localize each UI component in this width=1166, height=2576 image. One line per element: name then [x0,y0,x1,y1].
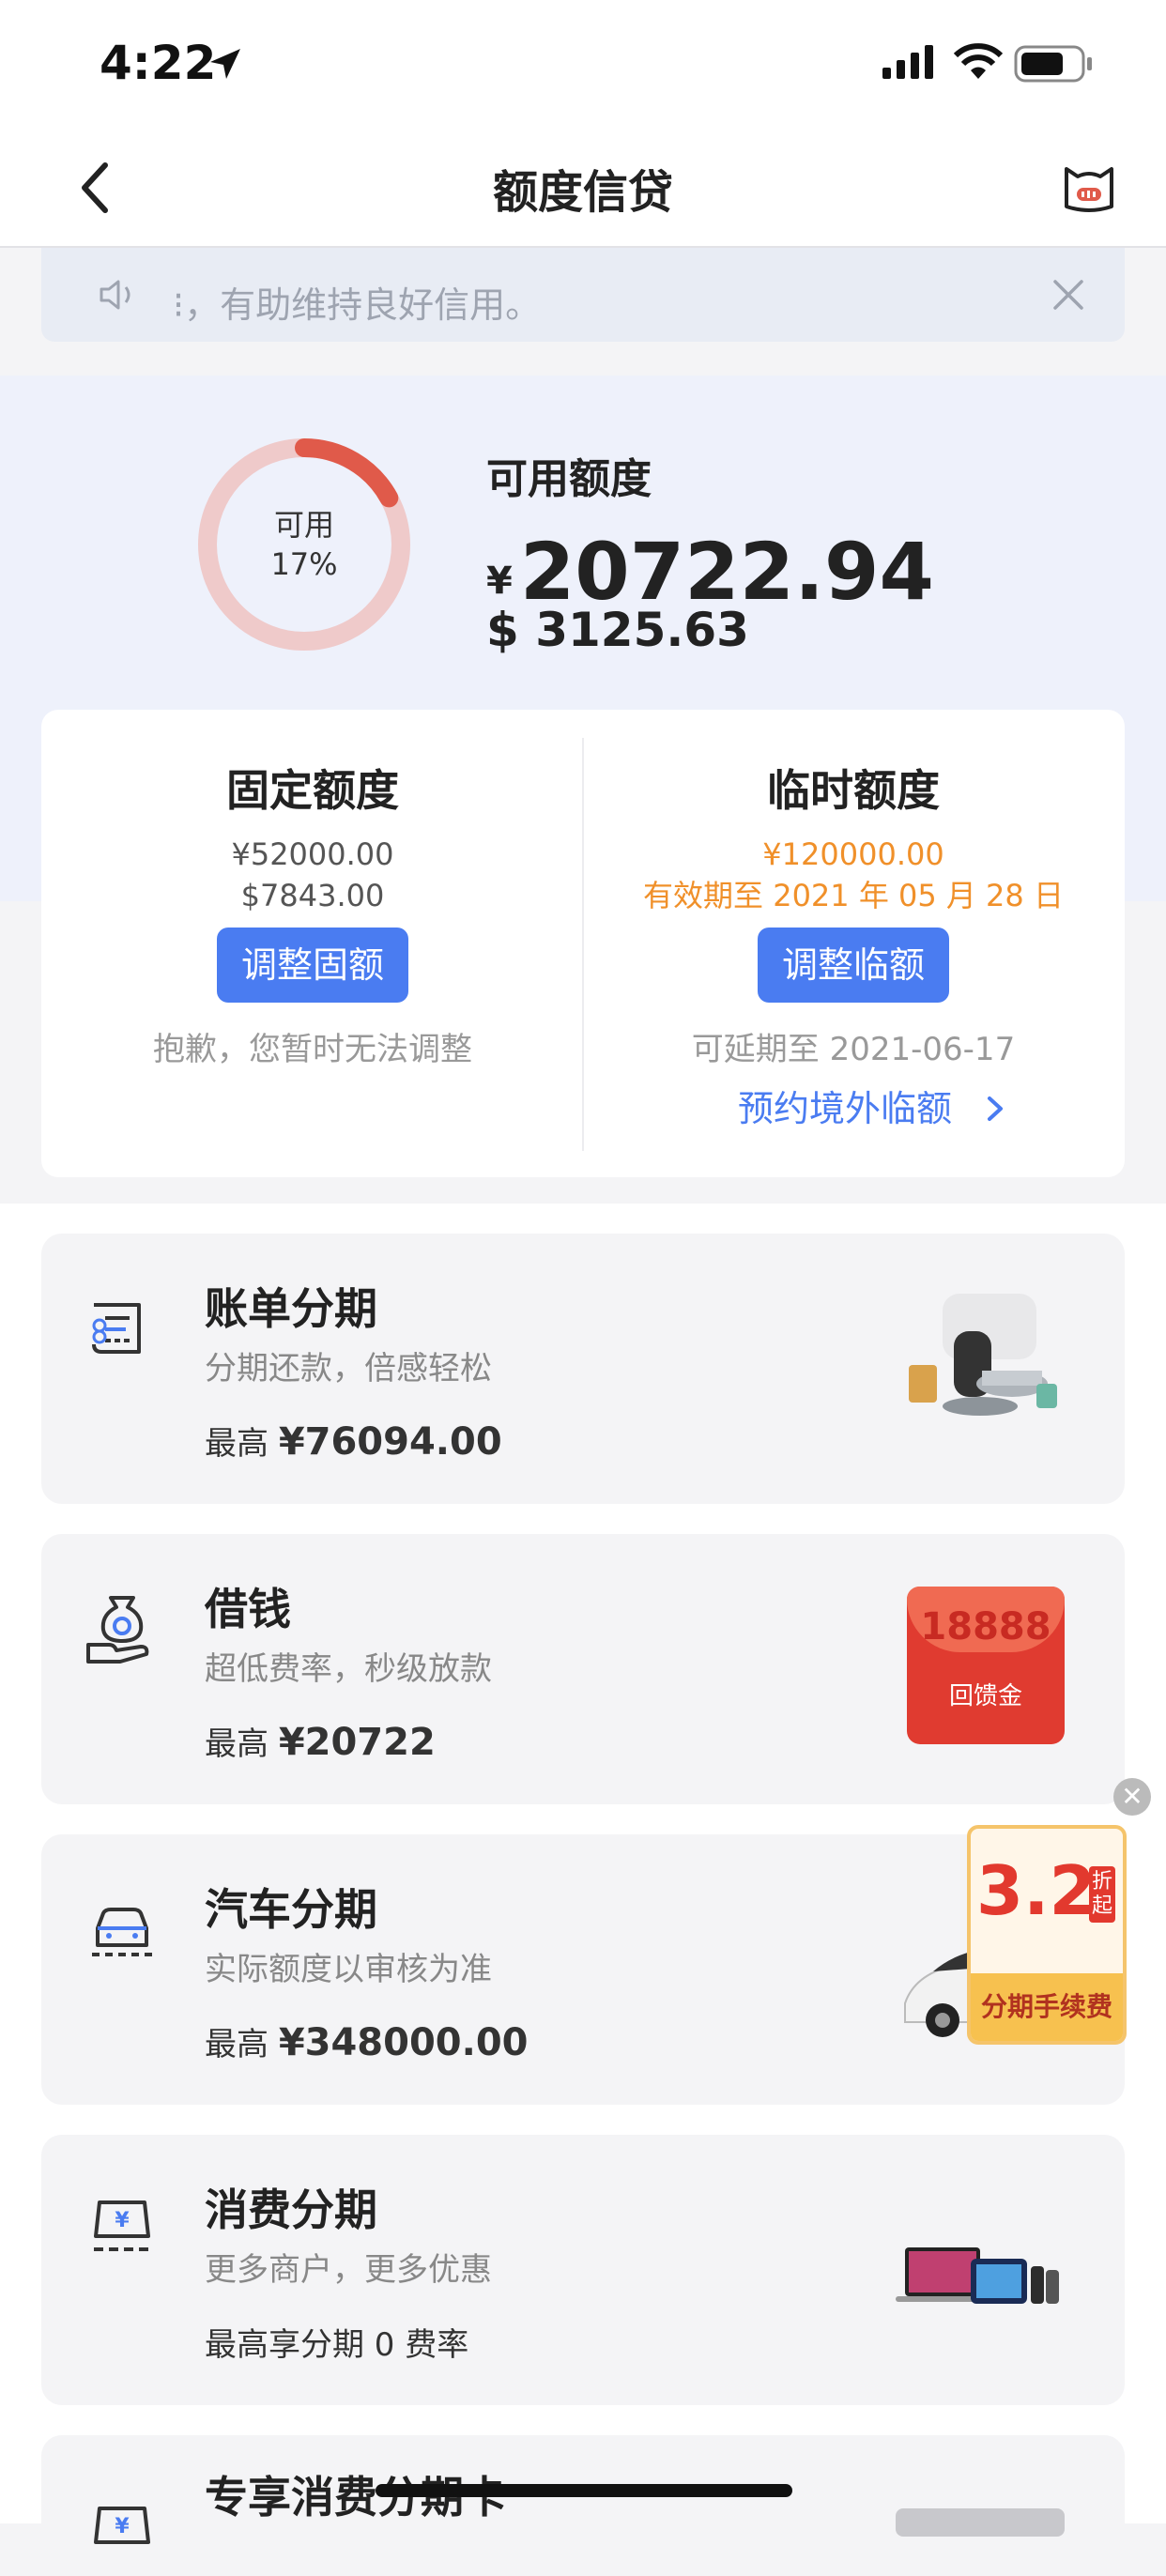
svg-text:¥: ¥ [115,2209,130,2232]
item-title: 消费分期 [205,2185,377,2235]
list-item-consumer-installment[interactable]: ¥ 消费分期 更多商户，更多优惠 最高享分期 0 费率 [41,2135,1125,2405]
book-overseas-temp-link[interactable]: 预约境外临额 [738,1080,1006,1131]
item-subtitle: 实际额度以审核为准 [205,1951,492,1988]
item-title: 借钱 [205,1584,291,1634]
item-max-prefix: 最高 [205,1425,268,1463]
item-max-amount: ¥20722 [278,1721,436,1764]
item-title: 汽车分期 [205,1884,377,1935]
card-icon: ¥ [94,2507,150,2544]
fixed-note: 抱歉，您暂时无法调整 [153,1031,472,1068]
item-subtitle: 分期还款，倍感轻松 [205,1350,492,1388]
wifi-icon [953,43,1004,79]
temp-cny: ¥120000.00 [762,836,944,872]
notice-text: ⁝，有助维持良好信用。 [173,284,542,326]
list-item-bill-installment[interactable]: 账单分期 分期还款，倍感轻松 最高 ¥76094.00 [41,1234,1125,1504]
list-item-car-installment[interactable]: 汽车分期 实际额度以审核为准 最高 ¥348000.00 [41,1834,1125,2105]
temp-validity: 有效期至 2021 年 05 月 28 日 [643,878,1064,913]
home-goods-image [909,1294,1057,1416]
fixed-usd: $7843.00 [240,878,385,913]
ring-label-text: 可用 [273,507,334,543]
svg-text:¥: ¥ [115,2515,130,2538]
ring-label: 可用 17% [195,505,413,584]
status-bar: 4:22 [0,0,1166,131]
promo-number: 3.2 [976,1851,1097,1930]
location-arrow-icon [210,49,240,79]
envelope-label: 回馈金 [948,1682,1022,1710]
item-max-prefix: 最高 [205,1725,268,1763]
promo-close-button[interactable]: ✕ [1113,1778,1151,1816]
available-label: 可用额度 [486,455,652,503]
signal-icon [882,45,933,79]
red-envelope-image: 18888 回馈金 [907,1587,1065,1744]
money-bag-hand-icon [86,1596,149,1664]
item-max-amount: ¥348000.00 [278,2021,529,2064]
temp-limit-column: 临时额度 ¥120000.00 有效期至 2021 年 05 月 28 日 调整… [582,757,1125,1069]
temp-title: 临时额度 [767,765,940,816]
fixed-title: 固定额度 [226,765,399,816]
envelope-number: 18888 [920,1605,1051,1648]
close-icon[interactable] [1051,278,1085,312]
list-item-borrow[interactable]: 借钱 超低费率，秒级放款 最高 ¥20722 18888 回馈金 [41,1534,1125,1804]
item-subtitle: 超低费率，秒级放款 [205,1650,492,1688]
customer-service-cat-icon[interactable] [1059,156,1119,216]
battery-icon [1014,45,1092,83]
item-max: 最高 ¥76094.00 [205,1418,502,1464]
electronics-image [896,2247,1059,2304]
yuan-terminal-icon: ¥ [94,2200,150,2251]
item-max-prefix: 最高 [205,2026,268,2063]
card-image-edge [896,2508,1065,2537]
book-link-label: 预约境外临额 [738,1088,953,1129]
status-time: 4:22 [100,36,217,90]
item-max: 最高 ¥348000.00 [205,2018,529,2064]
promo-badge[interactable]: 3.2 折起 分期手续费 [967,1825,1127,2045]
promo-tag: 折起 [1089,1866,1115,1923]
bill-installment-icon [92,1303,141,1354]
fixed-limit-column: 固定额度 ¥52000.00 $7843.00 调整固额 抱歉，您暂时无法调整 [41,757,584,1069]
fixed-cny: ¥52000.00 [231,836,394,872]
page-title: 额度信贷 [492,166,673,219]
car-icon [92,1908,152,1956]
promo-label: 分期手续费 [971,1973,1123,2041]
item-max: 最高享分期 0 费率 [205,2326,469,2364]
available-usd: $ 3125.63 [486,603,749,657]
item-max-amount: ¥76094.00 [278,1420,502,1464]
item-max: 最高 ¥20722 [205,1718,436,1764]
home-indicator [376,2484,792,2497]
speaker-icon [100,280,130,310]
item-title: 账单分期 [205,1283,377,1334]
notice-banner: ⁝，有助维持良好信用。 [41,248,1125,342]
cny-symbol: ¥ [486,560,513,603]
item-subtitle: 更多商户，更多优惠 [205,2251,492,2289]
temp-note: 可延期至 2021-06-17 [691,1031,1016,1068]
adjust-temp-button[interactable]: 调整临额 [757,928,949,1003]
ring-percent: 17% [270,546,338,582]
adjust-fixed-button[interactable]: 调整固额 [216,928,408,1003]
chevron-right-icon [988,1096,1004,1121]
